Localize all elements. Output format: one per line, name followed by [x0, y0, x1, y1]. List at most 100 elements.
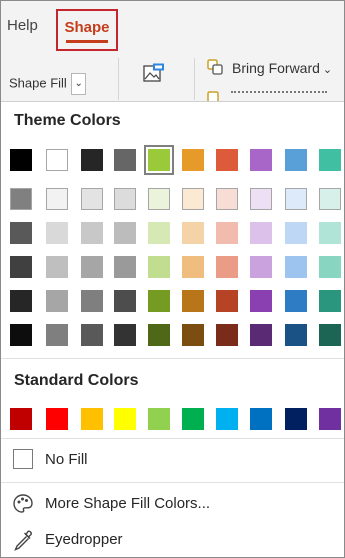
- theme-color-swatch[interactable]: [10, 256, 32, 278]
- standard-color-swatch[interactable]: [319, 408, 341, 430]
- theme-color-swatch[interactable]: [46, 324, 68, 346]
- theme-color-swatch[interactable]: [148, 324, 170, 346]
- eyedropper-option[interactable]: Eyedropper: [1, 522, 344, 557]
- no-fill-checkbox[interactable]: [13, 449, 33, 469]
- theme-color-swatch[interactable]: [46, 188, 68, 210]
- theme-color-swatch[interactable]: [285, 149, 307, 171]
- theme-color-swatch[interactable]: [10, 290, 32, 312]
- theme-color-swatch[interactable]: [216, 188, 238, 210]
- theme-color-swatch[interactable]: [285, 222, 307, 244]
- send-backward-label: [231, 91, 327, 97]
- standard-color-swatch[interactable]: [46, 408, 68, 430]
- theme-color-swatch[interactable]: [148, 290, 170, 312]
- theme-color-swatch[interactable]: [319, 324, 341, 346]
- theme-color-swatch[interactable]: [182, 188, 204, 210]
- theme-color-swatch[interactable]: [182, 324, 204, 346]
- theme-color-swatch[interactable]: [216, 222, 238, 244]
- standard-color-swatch[interactable]: [250, 408, 272, 430]
- theme-color-swatch[interactable]: [285, 188, 307, 210]
- theme-color-swatch[interactable]: [46, 290, 68, 312]
- standard-color-swatch[interactable]: [10, 408, 32, 430]
- bring-forward-button[interactable]: Bring Forward ⌄: [232, 60, 332, 76]
- theme-color-swatch[interactable]: [10, 222, 32, 244]
- standard-color-swatch[interactable]: [285, 408, 307, 430]
- theme-color-swatch[interactable]: [148, 256, 170, 278]
- no-fill-label: No Fill: [45, 451, 88, 468]
- standard-color-swatch[interactable]: [216, 408, 238, 430]
- theme-color-swatch[interactable]: [285, 324, 307, 346]
- theme-color-swatch[interactable]: [182, 222, 204, 244]
- theme-color-swatch[interactable]: [285, 256, 307, 278]
- theme-color-swatch[interactable]: [10, 188, 32, 210]
- theme-color-swatch[interactable]: [319, 188, 341, 210]
- theme-color-swatch[interactable]: [250, 149, 272, 171]
- theme-color-swatch[interactable]: [319, 290, 341, 312]
- tab-shape[interactable]: Shape: [56, 9, 118, 51]
- more-fill-colors-label: More Shape Fill Colors...: [45, 495, 211, 512]
- standard-color-swatch[interactable]: [182, 408, 204, 430]
- theme-color-swatch[interactable]: [81, 188, 103, 210]
- send-backward-button[interactable]: [207, 91, 327, 101]
- standard-color-swatch[interactable]: [148, 408, 170, 430]
- theme-color-swatch[interactable]: [81, 290, 103, 312]
- shape-fill-button[interactable]: Shape Fill ⌄: [9, 73, 86, 95]
- eyedropper-icon: [14, 530, 32, 551]
- theme-color-swatch[interactable]: [46, 222, 68, 244]
- tab-help[interactable]: Help: [7, 17, 38, 34]
- theme-color-swatch[interactable]: [216, 324, 238, 346]
- picture-icon[interactable]: [143, 63, 165, 83]
- theme-color-swatch[interactable]: [216, 256, 238, 278]
- theme-color-swatch[interactable]: [216, 149, 238, 171]
- theme-color-swatch[interactable]: [46, 149, 68, 171]
- theme-color-swatch[interactable]: [148, 222, 170, 244]
- theme-color-swatch[interactable]: [114, 222, 136, 244]
- theme-color-swatch[interactable]: [319, 256, 341, 278]
- theme-color-swatch[interactable]: [250, 222, 272, 244]
- standard-colors-title: Standard Colors: [14, 372, 139, 389]
- theme-color-swatch[interactable]: [182, 149, 204, 171]
- theme-color-swatch[interactable]: [114, 188, 136, 210]
- theme-color-swatch[interactable]: [81, 222, 103, 244]
- theme-color-swatch[interactable]: [114, 290, 136, 312]
- theme-color-swatch[interactable]: [10, 324, 32, 346]
- theme-color-swatch[interactable]: [285, 290, 307, 312]
- theme-color-swatch[interactable]: [216, 290, 238, 312]
- ribbon-divider: [194, 58, 195, 100]
- shape-fill-label: Shape Fill: [9, 75, 67, 91]
- divider: [1, 358, 344, 359]
- tab-shape-label: Shape: [64, 19, 110, 36]
- theme-color-swatch[interactable]: [114, 256, 136, 278]
- theme-color-swatch[interactable]: [148, 188, 170, 210]
- theme-color-swatch[interactable]: [10, 149, 32, 171]
- bring-forward-label: Bring Forward: [232, 60, 320, 76]
- theme-color-swatch[interactable]: [182, 290, 204, 312]
- theme-color-swatch[interactable]: [250, 290, 272, 312]
- palette-icon: [13, 494, 33, 513]
- theme-color-swatch[interactable]: [319, 222, 341, 244]
- more-fill-colors-option[interactable]: More Shape Fill Colors...: [1, 486, 344, 522]
- ribbon-divider: [118, 58, 119, 100]
- chevron-down-icon[interactable]: ⌄: [71, 73, 86, 95]
- theme-color-swatch[interactable]: [81, 324, 103, 346]
- theme-color-swatch[interactable]: [114, 324, 136, 346]
- theme-color-swatch[interactable]: [148, 149, 170, 171]
- divider: [1, 438, 344, 439]
- active-tab-underline: [66, 40, 108, 43]
- theme-color-swatch[interactable]: [182, 256, 204, 278]
- standard-color-swatch[interactable]: [81, 408, 103, 430]
- bring-forward-icon[interactable]: [207, 59, 223, 75]
- chevron-down-icon: ⌄: [322, 64, 333, 76]
- ribbon-tab-bar: Help Shape: [1, 1, 344, 53]
- theme-color-swatch[interactable]: [46, 256, 68, 278]
- shape-fill-window: Help Shape Shape Fill ⌄ Bring Forward ⌄ T…: [0, 0, 345, 558]
- theme-color-swatch[interactable]: [250, 324, 272, 346]
- theme-color-swatch[interactable]: [250, 256, 272, 278]
- standard-color-swatch[interactable]: [114, 408, 136, 430]
- divider: [1, 482, 344, 483]
- theme-color-swatch[interactable]: [114, 149, 136, 171]
- theme-color-swatch[interactable]: [81, 256, 103, 278]
- theme-color-swatch[interactable]: [250, 188, 272, 210]
- theme-color-swatch[interactable]: [319, 149, 341, 171]
- theme-color-swatch[interactable]: [81, 149, 103, 171]
- no-fill-option[interactable]: No Fill: [1, 442, 344, 478]
